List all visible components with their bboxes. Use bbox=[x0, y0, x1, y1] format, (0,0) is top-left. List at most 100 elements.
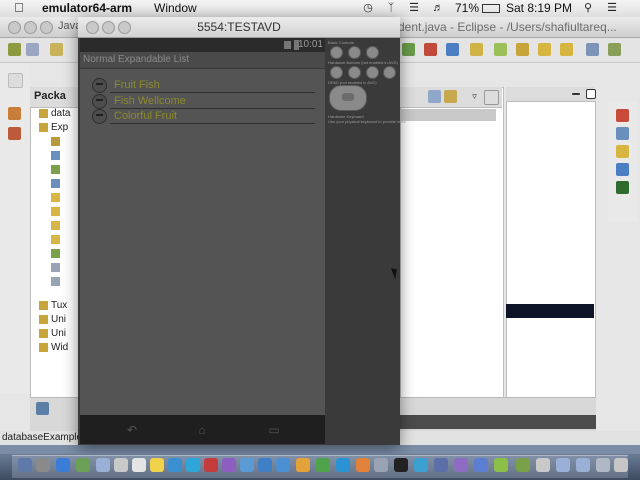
expandable-group[interactable]: Colorful Fruit bbox=[80, 109, 325, 124]
notes-icon[interactable] bbox=[150, 458, 164, 472]
logcat-icon[interactable] bbox=[616, 181, 629, 194]
expandable-group[interactable]: Fruit Fish bbox=[80, 78, 325, 93]
eclipse-zoom-button[interactable] bbox=[40, 21, 53, 34]
photo-booth-icon[interactable] bbox=[204, 458, 218, 472]
search-icon[interactable] bbox=[516, 43, 529, 56]
app-icon[interactable] bbox=[474, 458, 488, 472]
back-icon[interactable]: ↶ bbox=[122, 424, 142, 436]
tree-item[interactable] bbox=[51, 178, 63, 189]
messages-icon[interactable] bbox=[168, 458, 182, 472]
expandable-group[interactable]: Fish Wellcome bbox=[80, 94, 325, 109]
facetime-icon[interactable] bbox=[186, 458, 200, 472]
battery-percent[interactable]: 71% bbox=[455, 1, 479, 15]
recent-apps-icon[interactable]: ▭ bbox=[264, 424, 284, 436]
window-menu[interactable]: Window bbox=[154, 1, 197, 15]
device-screen[interactable]: 10:01 Normal Expandable List Fruit Fish … bbox=[80, 38, 325, 444]
volume-up-button[interactable] bbox=[348, 46, 361, 59]
tree-item[interactable]: data bbox=[39, 108, 70, 119]
android-icon[interactable] bbox=[494, 458, 508, 472]
declaration-icon[interactable] bbox=[616, 145, 629, 158]
contacts-icon[interactable] bbox=[114, 458, 128, 472]
tree-item[interactable]: Uni bbox=[39, 314, 66, 325]
skype-icon[interactable] bbox=[336, 458, 350, 472]
tree-item[interactable]: Tux bbox=[39, 300, 67, 311]
tree-item[interactable] bbox=[51, 136, 63, 147]
tree-item[interactable]: Exp bbox=[39, 122, 68, 133]
tree-item[interactable]: Wid bbox=[39, 342, 68, 353]
hierarchy-icon[interactable] bbox=[8, 127, 21, 140]
problems-icon[interactable] bbox=[616, 109, 629, 122]
android-icon[interactable] bbox=[494, 43, 507, 56]
app-icon[interactable] bbox=[374, 458, 388, 472]
wifi-icon[interactable]: ☰ bbox=[408, 2, 420, 14]
editor-area[interactable] bbox=[400, 87, 504, 415]
new-icon[interactable] bbox=[8, 43, 21, 56]
expand-indicator-icon[interactable] bbox=[92, 109, 107, 124]
hw-back-button[interactable] bbox=[366, 66, 379, 79]
debug-icon[interactable] bbox=[424, 43, 437, 56]
apple-icon[interactable]:  bbox=[14, 0, 24, 15]
vlc-icon[interactable] bbox=[356, 458, 370, 472]
volume-icon[interactable]: ♬ bbox=[432, 2, 444, 14]
tree-item[interactable]: Uni bbox=[39, 328, 66, 339]
mail-icon[interactable] bbox=[96, 458, 110, 472]
dpad-control[interactable] bbox=[329, 85, 367, 111]
iphoto-icon[interactable] bbox=[240, 458, 254, 472]
app-menu[interactable]: emulator64-arm bbox=[42, 1, 132, 15]
java-perspective-icon[interactable] bbox=[608, 43, 621, 56]
safari-icon[interactable] bbox=[56, 458, 70, 472]
folder-icon[interactable] bbox=[556, 458, 570, 472]
tree-item[interactable] bbox=[51, 150, 63, 161]
battery-icon[interactable] bbox=[482, 4, 500, 13]
firefox-icon[interactable] bbox=[296, 458, 310, 472]
launchpad-icon[interactable] bbox=[36, 458, 50, 472]
time-machine-icon[interactable]: ◷ bbox=[362, 2, 374, 14]
save-icon[interactable] bbox=[26, 43, 39, 56]
javadoc-icon[interactable] bbox=[616, 127, 629, 140]
dpad-center-button[interactable] bbox=[342, 93, 354, 101]
task-icon[interactable] bbox=[444, 90, 457, 103]
forward-icon[interactable] bbox=[560, 43, 573, 56]
power-button[interactable] bbox=[366, 46, 379, 59]
notification-center-icon[interactable]: ☰ bbox=[606, 2, 618, 14]
eclipse-close-button[interactable] bbox=[8, 21, 21, 34]
tree-item[interactable] bbox=[51, 262, 63, 273]
hw-search-button[interactable] bbox=[383, 66, 396, 79]
console-icon[interactable] bbox=[616, 163, 629, 176]
package-explorer-icon[interactable] bbox=[8, 107, 21, 120]
terminal-icon[interactable] bbox=[394, 458, 408, 472]
eclipse-icon[interactable] bbox=[454, 458, 468, 472]
view-menu-icon[interactable]: ▿ bbox=[468, 90, 481, 103]
finder-icon[interactable] bbox=[18, 458, 32, 472]
home-icon[interactable]: ⌂ bbox=[192, 424, 212, 436]
tree-item[interactable] bbox=[51, 276, 63, 287]
tree-item[interactable] bbox=[51, 248, 63, 259]
bottom-tab-icon[interactable] bbox=[36, 402, 49, 415]
spotlight-icon[interactable]: ⚲ bbox=[582, 2, 594, 14]
maximize-icon[interactable] bbox=[586, 89, 596, 99]
calendar-icon[interactable] bbox=[132, 458, 146, 472]
maximize-icon[interactable] bbox=[484, 90, 499, 105]
app-icon[interactable] bbox=[414, 458, 428, 472]
package-explorer-tab[interactable]: Packa bbox=[30, 87, 80, 108]
folder-icon[interactable] bbox=[576, 458, 590, 472]
eclipse-minimize-button[interactable] bbox=[24, 21, 37, 34]
expand-indicator-icon[interactable] bbox=[92, 94, 107, 109]
app-icon[interactable] bbox=[276, 458, 290, 472]
expand-indicator-icon[interactable] bbox=[92, 78, 107, 93]
perspective-icon[interactable] bbox=[586, 43, 599, 56]
open-icon[interactable] bbox=[50, 43, 63, 56]
app-icon[interactable] bbox=[258, 458, 272, 472]
tree-item[interactable] bbox=[51, 220, 63, 231]
downloads-icon[interactable] bbox=[596, 458, 610, 472]
sdk-manager-icon[interactable] bbox=[446, 43, 459, 56]
app-icon[interactable] bbox=[434, 458, 448, 472]
emulator-icon[interactable] bbox=[516, 458, 530, 472]
app-icon[interactable] bbox=[536, 458, 550, 472]
outline-view-icon[interactable] bbox=[428, 90, 441, 103]
restore-icon[interactable] bbox=[8, 73, 23, 88]
minimize-icon[interactable] bbox=[572, 93, 580, 95]
trash-icon[interactable] bbox=[614, 458, 628, 472]
bluetooth-icon[interactable]: ᛉ bbox=[385, 2, 397, 14]
tree-item[interactable] bbox=[51, 234, 63, 245]
